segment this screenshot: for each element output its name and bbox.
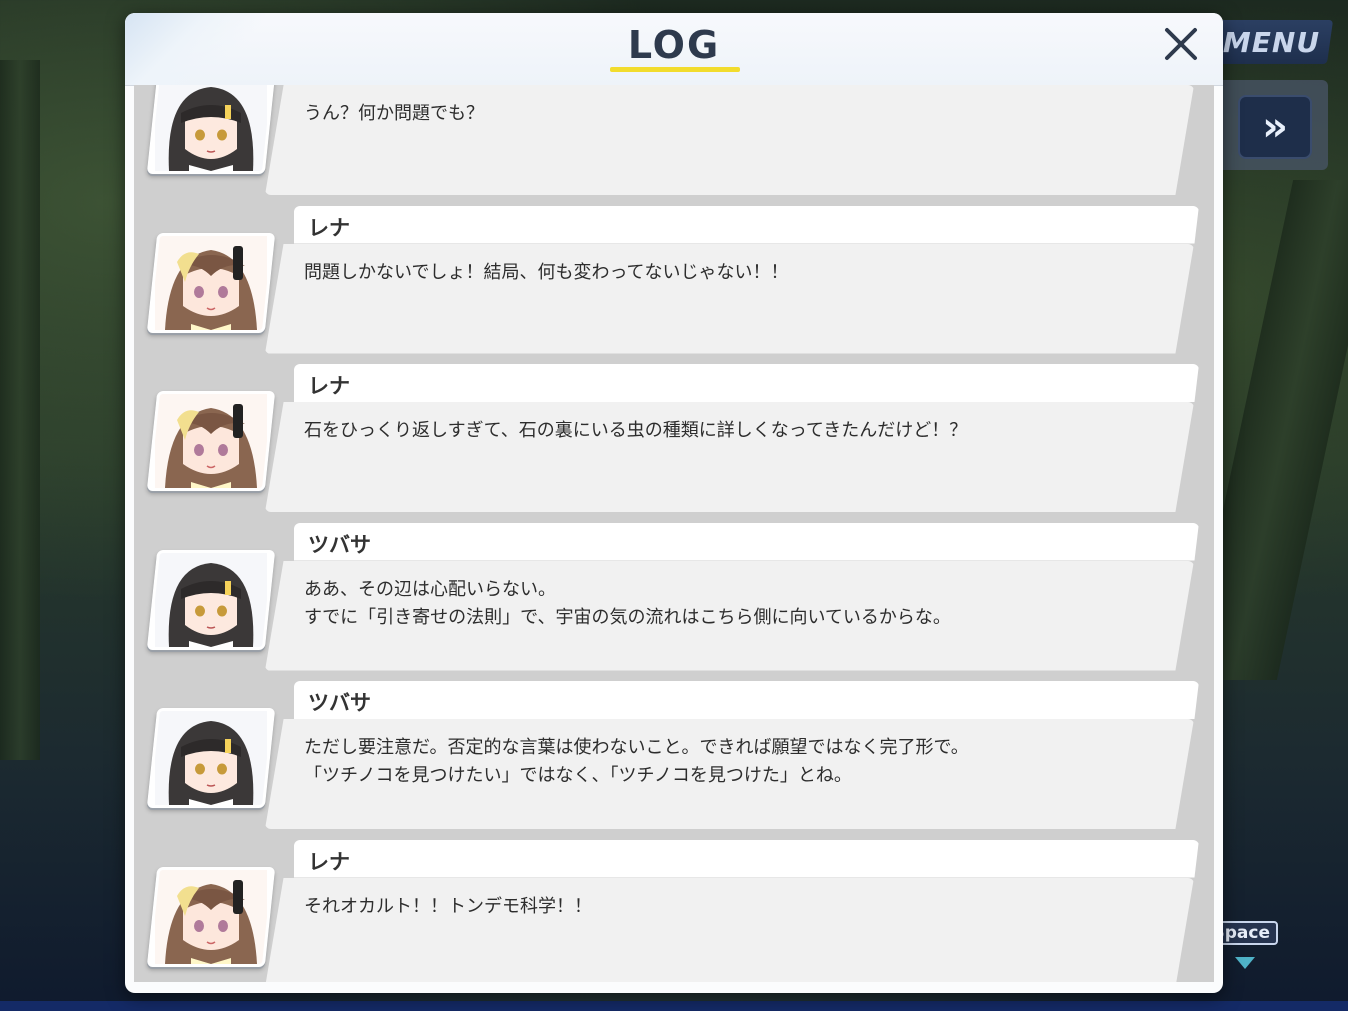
message-bubble: うん？何か問題でも？	[265, 85, 1194, 195]
menu-button[interactable]: MENU	[1210, 20, 1334, 64]
fast-forward-button[interactable]: »	[1238, 95, 1312, 159]
log-entry: ツバサああ、その辺は心配いらない。すでに「引き寄せの法則」で、宇宙の気の流れはこ…	[134, 522, 1214, 673]
message-bubble: 石をひっくり返しすぎて、石の裏にいる虫の種類に詳しくなってきたんだけど！？	[265, 402, 1194, 512]
speaker-name: レナ	[308, 215, 350, 240]
background-tree-left	[0, 60, 40, 760]
message-line: ただし要注意だ。否定的な言葉は使わないこと。できれば願望ではなく完了形で。	[304, 737, 969, 758]
speaker-avatar	[146, 232, 276, 333]
log-list[interactable]: うん？何か問題でも？ レナ 問題しかないでしょ！結局、何も変わってないじゃない！！レ…	[134, 85, 1214, 982]
title-underline	[610, 67, 740, 72]
log-title: LOG	[627, 23, 721, 67]
message-line: すでに「引き寄せの法則」で、宇宙の気の流れはこちら側に向いているからな。	[304, 606, 951, 628]
speaker-name: レナ	[308, 374, 350, 398]
speaker-avatar	[146, 391, 276, 491]
message-bubble: ただし要注意だ。否定的な言葉は使わないこと。できれば願望ではなく完了形で。 「ツチ…	[265, 719, 1194, 829]
speaker-name: ツバサ	[308, 532, 371, 557]
log-entry: レナ石をひっくり返しすぎて、石の裏にいる虫の種類に詳しくなってきたんだけど！？	[134, 364, 1214, 514]
close-button[interactable]	[1158, 21, 1204, 67]
log-entry: レナそれオカルト！！トンデモ科学！！	[134, 839, 1214, 982]
menu-label: MENU	[1223, 25, 1321, 59]
speaker-avatar	[146, 866, 276, 967]
message-line: 問題しかないでしょ！結局、何も変わってないじゃない！！	[304, 261, 789, 283]
advance-indicator-icon	[1235, 957, 1255, 969]
close-icon	[1165, 28, 1197, 60]
log-header: LOG	[125, 13, 1223, 86]
message-line: うん？何か問題でも？	[304, 103, 484, 124]
message-line: 石をひっくり返しすぎて、石の裏にいる虫の種類に詳しくなってきたんだけど！？	[304, 420, 968, 441]
speaker-name: ツバサ	[308, 691, 371, 715]
log-panel: LOG うん？何か問題でも？ レナ 問題しかないでしょ！結局、何も変わってないじゃな…	[125, 13, 1223, 993]
message-bubble: 問題しかないでしょ！結局、何も変わってないじゃない！！	[265, 243, 1194, 354]
log-entry: うん？何か問題でも？	[134, 85, 1214, 197]
speaker-name-plate: レナ	[294, 839, 1199, 878]
speaker-name: レナ	[308, 849, 350, 874]
speaker-avatar	[146, 549, 276, 650]
message-bubble: ああ、その辺は心配いらない。すでに「引き寄せの法則」で、宇宙の気の流れはこちら側…	[265, 560, 1194, 671]
speaker-avatar	[146, 708, 276, 808]
speaker-avatar	[146, 85, 276, 174]
speaker-name-plate: レナ	[294, 364, 1199, 402]
speaker-name-plate: ツバサ	[294, 681, 1199, 719]
speaker-name-plate: ツバサ	[294, 522, 1199, 561]
fast-forward-icon: »	[1262, 104, 1288, 150]
speaker-name-plate: レナ	[294, 205, 1199, 244]
message-line: それオカルト！！トンデモ科学！！	[304, 895, 592, 917]
message-line: ああ、その辺は心配いらない。	[304, 578, 556, 600]
message-bubble: それオカルト！！トンデモ科学！！	[265, 877, 1194, 982]
log-entry: レナ問題しかないでしょ！結局、何も変わってないじゃない！！	[134, 205, 1214, 356]
message-line: 「ツチノコを見つけたい」ではなく、「ツチノコを見つけた」とね。	[304, 765, 852, 786]
log-entry: ツバサただし要注意だ。否定的な言葉は使わないこと。できれば願望ではなく完了形で。…	[134, 681, 1214, 831]
bottom-strip	[0, 1001, 1348, 1011]
